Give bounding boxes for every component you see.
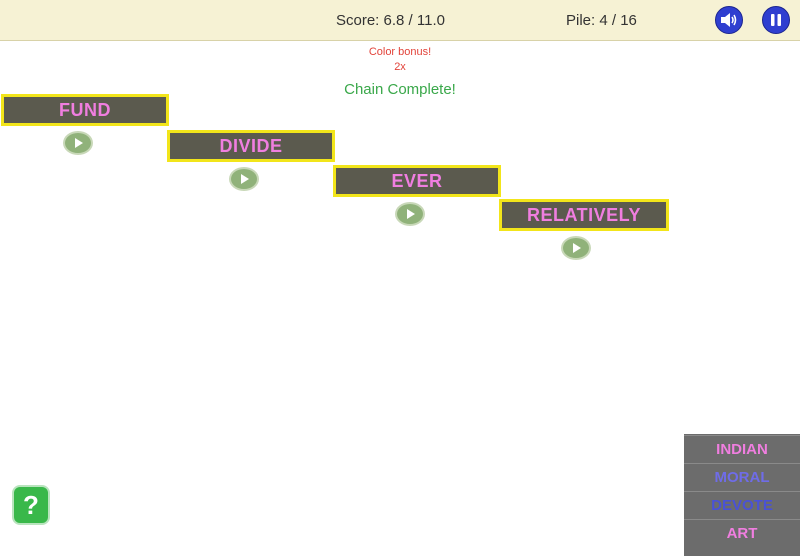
play-icon (573, 243, 581, 253)
chain-word-tile[interactable]: EVER (333, 165, 501, 197)
color-bonus-label: Color bonus! (368, 46, 432, 58)
play-word-button[interactable] (63, 131, 93, 155)
play-word-button[interactable] (229, 167, 259, 191)
chain-word-tile[interactable]: DIVIDE (167, 130, 335, 162)
speaker-icon (721, 13, 737, 27)
chain-word-tile[interactable]: RELATIVELY (499, 199, 669, 231)
pile-word[interactable]: DEVOTE (684, 491, 800, 519)
pile-word[interactable]: INDIAN (684, 435, 800, 463)
pause-button[interactable] (762, 6, 790, 34)
top-bar: Score: 6.8 / 11.0 Pile: 4 / 16 (0, 0, 800, 41)
help-button[interactable]: ? (12, 485, 50, 525)
pile-word[interactable]: MORAL (684, 463, 800, 491)
play-word-button[interactable] (561, 236, 591, 260)
bonus-multiplier: 2x (394, 61, 406, 73)
play-icon (75, 138, 83, 148)
play-icon (241, 174, 249, 184)
chain-word-tile[interactable]: FUND (1, 94, 169, 126)
score-display: Score: 6.8 / 11.0 (336, 12, 445, 29)
pile-word[interactable]: ART (684, 519, 800, 547)
pile-counter: Pile: 4 / 16 (566, 12, 637, 29)
pause-icon (771, 14, 781, 26)
word-pile: INDIAN MORAL DEVOTE ART (684, 434, 800, 556)
play-icon (407, 209, 415, 219)
sound-button[interactable] (715, 6, 743, 34)
play-word-button[interactable] (395, 202, 425, 226)
